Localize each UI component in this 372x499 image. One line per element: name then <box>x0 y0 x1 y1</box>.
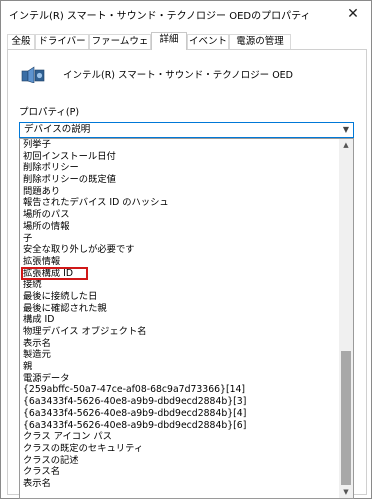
list-item[interactable]: {6a3433f4-5626-40e8-a9b9-dbd9ecd2884b}[4… <box>22 408 340 420</box>
list-item[interactable]: 電源データ <box>22 373 340 385</box>
tab-power-management[interactable]: 電源の管理 <box>229 34 291 49</box>
list-item[interactable]: 物理デバイス オブジェクト名 <box>22 326 340 338</box>
list-item[interactable]: クラス名 <box>22 466 340 478</box>
tab-strip: 全般 ドライバー ファームウェア 詳細 イベント 電源の管理 <box>7 32 365 61</box>
list-item[interactable]: 構成 ID <box>22 314 340 326</box>
dropdown-items: 列挙子 初回インストール日付 削除ポリシー 削除ポリシーの既定値 問題あり 報告されたデバ… <box>21 139 340 490</box>
tab-details[interactable]: 詳細 <box>151 32 187 50</box>
tab-events[interactable]: イベント <box>187 34 229 49</box>
list-item[interactable]: クラスの既定のセキュリティ <box>22 443 340 455</box>
list-item[interactable]: 子 <box>22 233 340 245</box>
list-item[interactable]: 製造元 <box>22 349 340 361</box>
list-item[interactable]: 最後に確認された親 <box>22 303 340 315</box>
list-item[interactable]: 問題あり <box>22 186 340 198</box>
tab-general[interactable]: 全般 <box>7 34 35 49</box>
device-name: インテル(R) スマート・サウンド・テクノロジー OED <box>63 70 293 81</box>
list-item[interactable]: 場所の情報 <box>22 221 340 233</box>
property-label: プロパティ(P) <box>19 107 80 118</box>
list-item[interactable]: {6a3433f4-5626-40e8-a9b9-dbd9ecd2884b}[6… <box>22 420 340 432</box>
chevron-down-icon[interactable]: ▼ <box>343 123 349 137</box>
list-item[interactable]: クラス アイコン パス <box>22 431 340 443</box>
list-item[interactable]: 表示名 <box>22 478 340 490</box>
window-title: インテル(R) スマート・サウンド・テクノロジー OEDのプロパティ <box>9 11 311 22</box>
list-item[interactable]: 表示名 <box>22 338 340 350</box>
property-dropdown-list[interactable]: 列挙子 初回インストール日付 削除ポリシー 削除ポリシーの既定値 問題あり 報告されたデバ… <box>19 138 354 499</box>
list-item[interactable]: 拡張情報 <box>22 256 340 268</box>
list-item[interactable]: {6a3433f4-5626-40e8-a9b9-dbd9ecd2884b}[3… <box>22 396 340 408</box>
list-item[interactable]: 安全な取り外しが必要です <box>22 244 340 256</box>
list-item[interactable]: 削除ポリシーの既定値 <box>22 174 340 186</box>
list-item[interactable]: クラスの記述 <box>22 455 340 467</box>
scrollbar-thumb[interactable] <box>341 351 351 485</box>
speaker-icon <box>21 66 45 83</box>
property-select-value: デバイスの説明 <box>22 123 93 137</box>
scrollbar[interactable]: ▲ ▼ <box>339 139 353 498</box>
tab-firmware[interactable]: ファームウェア <box>89 34 151 61</box>
list-item-highlighted[interactable]: 拡張構成 ID <box>21 266 88 281</box>
title-bar: インテル(R) スマート・サウンド・テクノロジー OEDのプロパティ ✕ <box>1 1 371 29</box>
list-item[interactable]: 接続 <box>22 279 340 291</box>
scroll-down-icon[interactable]: ▼ <box>339 486 353 498</box>
list-item[interactable]: 削除ポリシー <box>22 162 340 174</box>
list-item[interactable]: {259abffc-50a7-47ce-af08-68c9a7d73366}[1… <box>22 384 340 396</box>
property-select[interactable]: デバイスの説明 ▼ <box>19 122 354 138</box>
list-item[interactable]: 親 <box>22 361 340 373</box>
properties-dialog: インテル(R) スマート・サウンド・テクノロジー OEDのプロパティ ✕ 全般 … <box>0 0 372 499</box>
list-item[interactable]: 場所のパス <box>22 209 340 221</box>
scroll-up-icon[interactable]: ▲ <box>339 139 353 151</box>
list-item[interactable]: 初回インストール日付 <box>22 151 340 163</box>
tab-driver[interactable]: ドライバー <box>35 34 89 49</box>
list-item[interactable]: 報告されたデバイス ID のハッシュ <box>22 197 340 209</box>
list-item[interactable]: 列挙子 <box>22 139 340 151</box>
list-item[interactable]: 最後に接続した日 <box>22 291 340 303</box>
close-icon[interactable]: ✕ <box>343 4 363 24</box>
